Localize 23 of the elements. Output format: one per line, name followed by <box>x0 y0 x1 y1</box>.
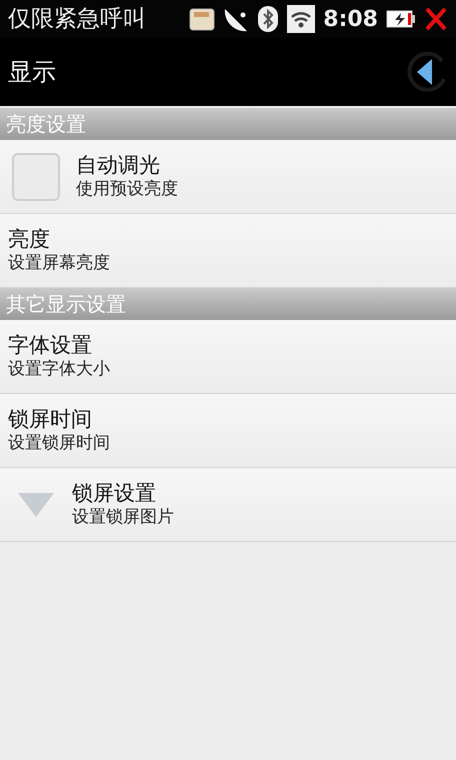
setting-summary: 设置字体大小 <box>8 358 110 380</box>
setting-title[interactable]: 亮度 <box>8 226 110 252</box>
section-header: 其它显示设置 <box>0 288 456 320</box>
triangle-icon <box>16 490 56 518</box>
bluetooth-icon <box>257 5 280 33</box>
clock-text: 8:08 <box>323 6 378 34</box>
screen-title: 显示 <box>8 57 56 88</box>
setting-summary: 设置锁屏图片 <box>72 506 174 528</box>
section-header: 亮度设置 <box>0 108 456 140</box>
checkbox[interactable] <box>12 152 60 200</box>
setting-summary: 设置屏幕亮度 <box>8 252 110 274</box>
setting-title[interactable]: 字体设置 <box>8 332 110 358</box>
setting-title[interactable]: 锁屏时间 <box>8 406 110 432</box>
setting-title[interactable]: 锁屏设置 <box>72 480 174 506</box>
sd-card-icon <box>189 6 216 32</box>
setting-title[interactable]: 自动调光 <box>76 152 178 178</box>
setting-summary: 使用预设亮度 <box>76 178 178 200</box>
battery-charging-icon <box>386 9 416 29</box>
carrier-text: 仅限紧急呼叫 <box>8 4 146 34</box>
wifi-icon <box>287 5 316 33</box>
satellite-dish-icon <box>223 6 250 32</box>
setting-summary: 设置锁屏时间 <box>8 432 110 454</box>
no-signal-icon <box>424 6 448 32</box>
